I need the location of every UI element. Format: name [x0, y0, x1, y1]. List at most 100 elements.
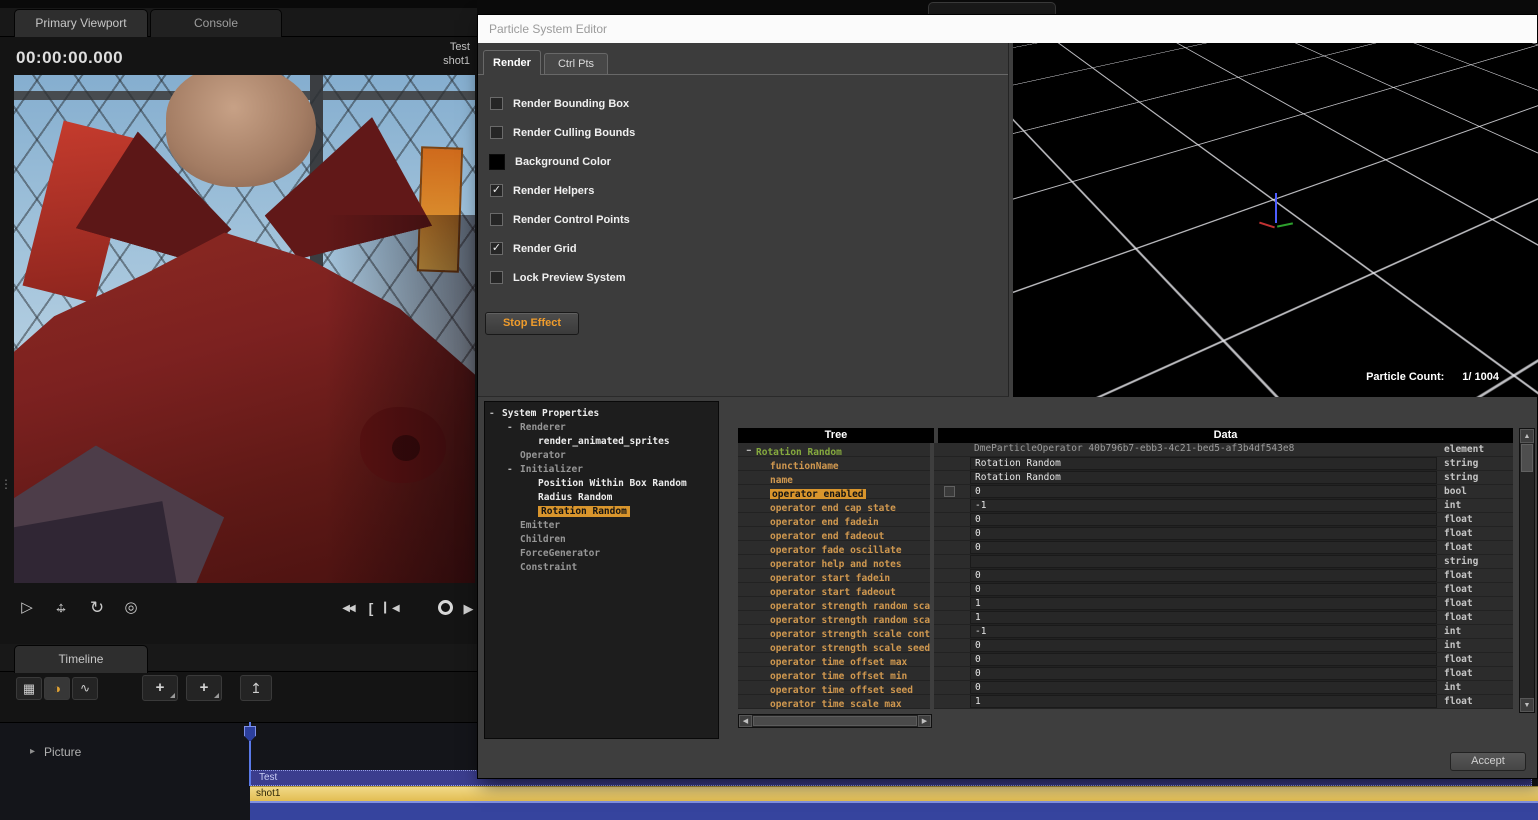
tab-ctrl-pts[interactable]: Ctrl Pts [544, 53, 608, 74]
attribute-value-field[interactable]: 0 [970, 485, 1437, 498]
attribute-row[interactable]: operator end cap state -1 int [738, 499, 1513, 513]
attribute-value-field[interactable]: -1 [970, 625, 1437, 638]
rotate-tool-icon[interactable]: ↻ [84, 595, 110, 621]
system-tree-item[interactable]: - Renderer [485, 421, 718, 435]
render-option[interactable]: ✓ Render Helpers [490, 176, 790, 205]
clip-bracket-button[interactable]: [ [364, 596, 378, 621]
attribute-value-field[interactable]: -1 [970, 499, 1437, 512]
attribute-row[interactable]: operator time offset max 0 float [738, 653, 1513, 667]
option-checkbox[interactable] [490, 271, 503, 284]
rewind-button[interactable]: ◀◀ [334, 596, 362, 622]
attribute-row[interactable]: operator strength random scal 1 float [738, 611, 1513, 625]
system-tree-item[interactable]: Emitter [485, 519, 718, 533]
render-option[interactable]: Render Bounding Box [490, 89, 790, 118]
clip-track-blue[interactable] [250, 801, 1538, 820]
expander-icon[interactable]: - [489, 407, 502, 421]
system-tree-item[interactable]: Operator [485, 449, 718, 463]
tab-timeline[interactable]: Timeline [14, 645, 148, 673]
option-checkbox[interactable] [490, 126, 503, 139]
system-tree-item[interactable]: - System Properties [485, 407, 718, 421]
attribute-value-field[interactable]: 0 [970, 639, 1437, 652]
graph-editor-mode-button[interactable]: ∿ [72, 677, 98, 700]
expander-icon[interactable]: - [507, 421, 520, 435]
render-option[interactable]: Lock Preview System [490, 263, 790, 292]
option-checkbox[interactable] [490, 213, 503, 226]
attribute-row[interactable]: operator start fadein 0 float [738, 569, 1513, 583]
tab-render[interactable]: Render [483, 50, 541, 75]
system-tree-item[interactable]: Children [485, 533, 718, 547]
horizontal-scroll-thumb[interactable] [753, 716, 917, 726]
tab-console[interactable]: Console [150, 9, 282, 37]
attribute-row[interactable]: name Rotation Random string [738, 471, 1513, 485]
attribute-row[interactable]: operator enabled 0 bool [738, 485, 1513, 499]
motion-editor-mode-button[interactable]: ◑ [44, 677, 70, 700]
splitter-handle-icon[interactable]: ⋮ [0, 478, 12, 491]
attribute-value-field[interactable]: 0 [970, 583, 1437, 596]
attribute-value-field[interactable]: 1 [970, 695, 1437, 708]
system-tree-item[interactable]: Constraint [485, 561, 718, 575]
attribute-row[interactable]: operator end fadeout 0 float [738, 527, 1513, 541]
option-checkbox[interactable]: ✓ [490, 184, 503, 197]
attribute-value-field[interactable]: 0 [970, 667, 1437, 680]
render-option[interactable]: Render Culling Bounds [490, 118, 790, 147]
system-tree-item[interactable]: Position Within Box Random [485, 477, 718, 491]
vertical-scroll-thumb[interactable] [1521, 444, 1533, 472]
attribute-value-field[interactable] [970, 555, 1437, 568]
clip-shot1[interactable]: shot1 [250, 786, 1538, 801]
scroll-left-icon[interactable]: ◀ [739, 715, 752, 727]
attribute-row[interactable]: operator start fadeout 0 float [738, 583, 1513, 597]
attribute-row[interactable]: functionName Rotation Random string [738, 457, 1513, 471]
system-tree-item[interactable]: ForceGenerator [485, 547, 718, 561]
attribute-value-field[interactable]: 0 [970, 513, 1437, 526]
add-keyframe-button[interactable]: + [142, 675, 178, 701]
select-tool-icon[interactable]: ▷ [14, 595, 40, 621]
system-tree-item[interactable]: render_animated_sprites [485, 435, 718, 449]
column-header-tree[interactable]: Tree [738, 428, 934, 443]
attribute-value-field[interactable]: DmeParticleOperator 40b796b7-ebb3-4c21-b… [970, 443, 1437, 456]
stop-effect-button[interactable]: Stop Effect [485, 312, 579, 335]
attribute-row[interactable]: operator strength random scal 1 float [738, 597, 1513, 611]
system-tree-item[interactable]: Radius Random [485, 491, 718, 505]
track-expander-icon[interactable]: ▸ [30, 746, 35, 757]
attribute-row[interactable]: operator time scale max 1 float [738, 695, 1513, 709]
attribute-row[interactable]: operator time offset min 0 float [738, 667, 1513, 681]
system-tree-item[interactable]: - Initializer [485, 463, 718, 477]
expander-icon[interactable]: - [507, 463, 520, 477]
vertical-scrollbar[interactable]: ▲ ▼ [1519, 428, 1535, 713]
attribute-value-field[interactable]: Rotation Random [970, 471, 1437, 484]
window-title[interactable]: Particle System Editor [478, 15, 1537, 43]
system-tree-item[interactable]: Rotation Random [485, 505, 718, 519]
tab-primary-viewport[interactable]: Primary Viewport [14, 9, 148, 37]
attribute-row[interactable]: operator time offset seed 0 int [738, 681, 1513, 695]
go-to-start-button[interactable]: ▎◀ [380, 596, 404, 622]
attribute-row[interactable]: operator strength scale contro -1 int [738, 625, 1513, 639]
move-tool-icon[interactable]: ↔ ↕ [48, 595, 74, 621]
expander-icon[interactable]: - [744, 443, 756, 457]
option-checkbox[interactable]: ✓ [490, 242, 503, 255]
up-one-level-button[interactable]: ↥ [240, 675, 272, 701]
render-option[interactable]: Background Color [489, 147, 790, 176]
option-checkbox[interactable] [490, 97, 503, 110]
attribute-value-field[interactable]: 1 [970, 611, 1437, 624]
bool-checkbox[interactable] [944, 486, 955, 497]
attribute-value-field[interactable]: 0 [970, 527, 1437, 540]
primary-viewport[interactable] [14, 75, 475, 583]
attribute-value-field[interactable]: 0 [970, 681, 1437, 694]
attribute-value-field[interactable]: 0 [970, 569, 1437, 582]
clip-editor-mode-button[interactable]: ▦ [16, 677, 42, 700]
scroll-down-icon[interactable]: ▼ [1520, 698, 1534, 712]
attribute-value-field[interactable]: 0 [970, 541, 1437, 554]
add-clip-button[interactable]: + [186, 675, 222, 701]
render-option[interactable]: ✓ Render Grid [490, 234, 790, 263]
record-button[interactable] [438, 600, 453, 615]
attribute-value-field[interactable]: Rotation Random [970, 457, 1437, 470]
attribute-row[interactable]: operator end fadein 0 float [738, 513, 1513, 527]
scroll-up-icon[interactable]: ▲ [1520, 429, 1534, 443]
background-color-swatch[interactable] [489, 153, 505, 170]
particle-preview-viewport[interactable]: Particle Count: 1/ 1004 [1013, 43, 1538, 397]
render-option[interactable]: Render Control Points [490, 205, 790, 234]
attribute-row[interactable]: operator strength scale seed 0 int [738, 639, 1513, 653]
attribute-row[interactable]: operator fade oscillate 0 float [738, 541, 1513, 555]
attribute-value-field[interactable]: 1 [970, 597, 1437, 610]
attribute-row[interactable]: - Rotation Random DmeParticleOperator 40b7… [738, 443, 1513, 457]
